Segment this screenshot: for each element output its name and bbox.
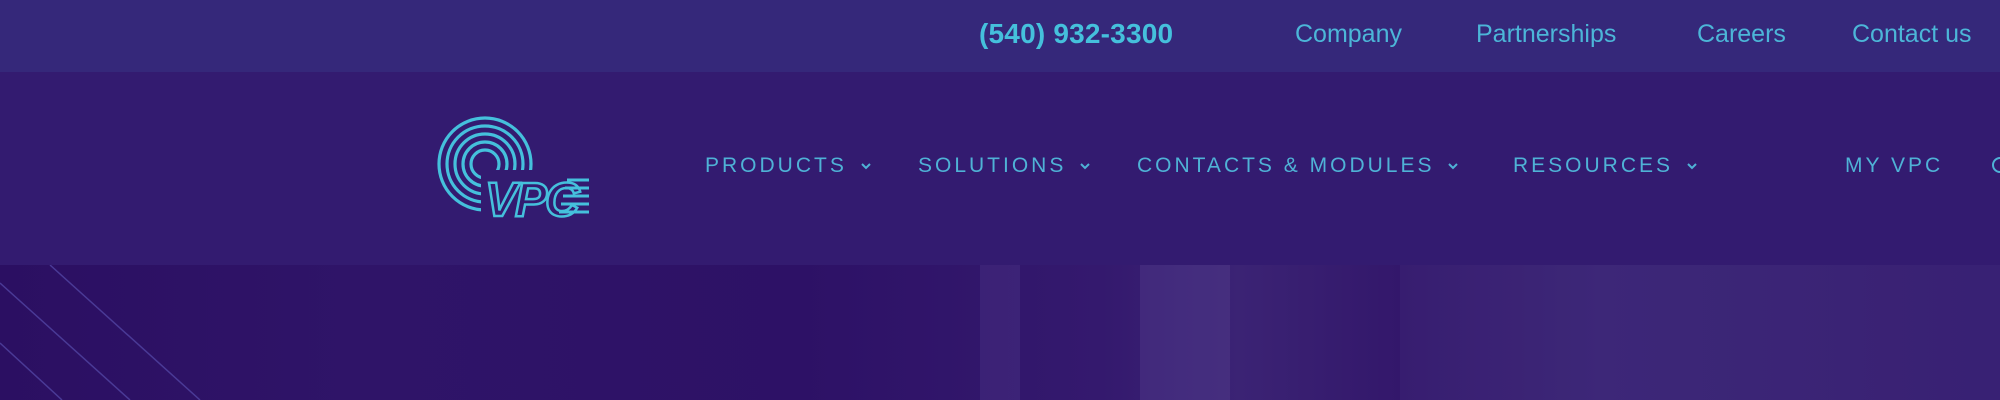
nav-solutions[interactable]: SOLUTIONS bbox=[918, 154, 1092, 178]
utility-bar: (540) 932-3300 Company Partnerships Care… bbox=[0, 0, 2000, 72]
chevron-down-icon bbox=[1448, 163, 1459, 170]
nav-products[interactable]: PRODUCTS bbox=[705, 154, 873, 178]
logo-text: VPC bbox=[485, 174, 581, 227]
chevron-down-icon bbox=[861, 163, 871, 170]
vpc-logo[interactable]: VPC bbox=[433, 112, 593, 232]
vpc-logo-mark: VPC bbox=[437, 116, 591, 228]
nav-solutions-label: SOLUTIONS bbox=[918, 154, 1067, 177]
nav-resources-label: RESOURCES bbox=[1513, 154, 1674, 177]
chevron-down-icon bbox=[1080, 163, 1091, 170]
contact-us-link[interactable]: Contact us bbox=[1852, 20, 1972, 49]
nav-resources[interactable]: RESOURCES bbox=[1513, 154, 1699, 178]
company-link[interactable]: Company bbox=[1295, 20, 1402, 49]
chevron-down-icon bbox=[1687, 163, 1697, 170]
main-navigation: VPC PRODUCTS SOLUTIONS CONTACTS & MODULE… bbox=[0, 72, 2000, 265]
hero-light-streak bbox=[980, 265, 1020, 400]
partnerships-link[interactable]: Partnerships bbox=[1476, 20, 1616, 49]
hero-decorative-lines bbox=[0, 265, 201, 400]
nav-contacts-modules-label: CONTACTS & MODULES bbox=[1137, 154, 1435, 177]
nav-my-vpc-label: MY VPC bbox=[1845, 154, 1944, 177]
partial-nav-glyph-icon bbox=[1992, 157, 2000, 173]
nav-contacts-modules[interactable]: CONTACTS & MODULES bbox=[1137, 154, 1460, 178]
hero-light-streak bbox=[1140, 265, 1230, 400]
nav-products-label: PRODUCTS bbox=[705, 154, 847, 177]
nav-overflow-item[interactable] bbox=[1992, 154, 2000, 176]
hero-light-area bbox=[1400, 265, 2000, 400]
phone-number-link[interactable]: (540) 932-3300 bbox=[979, 18, 1173, 50]
careers-link[interactable]: Careers bbox=[1697, 20, 1786, 49]
nav-my-vpc[interactable]: MY VPC bbox=[1845, 154, 1943, 178]
hero-banner bbox=[0, 265, 2000, 400]
